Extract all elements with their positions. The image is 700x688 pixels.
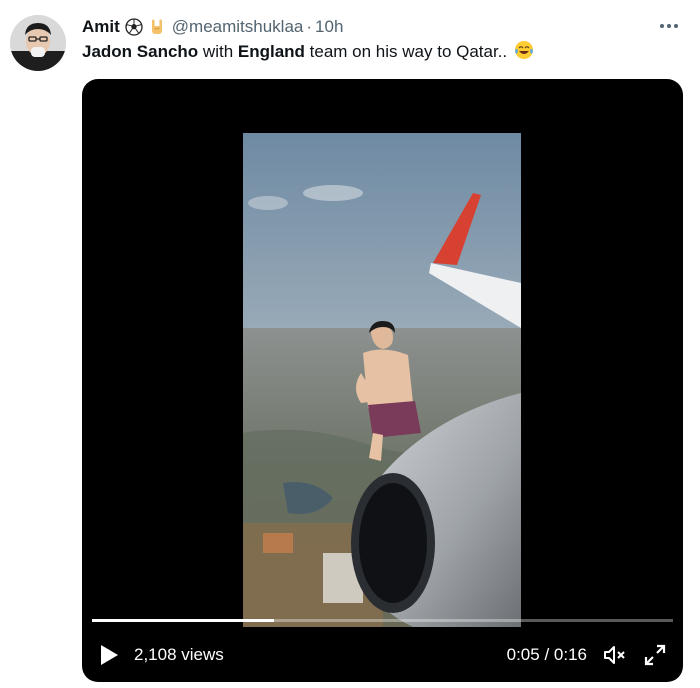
view-count: 2,108 views	[134, 645, 224, 664]
timecode: 0:05 / 0:16	[507, 645, 587, 665]
more-options-icon[interactable]	[656, 14, 682, 38]
tweet: Amit @meamitshuklaa · 10h Jadon Sancho w…	[0, 0, 700, 688]
video-controls: 2,108 views 0:05 / 0:16	[82, 635, 683, 675]
tears-of-joy-emoji-icon	[514, 40, 534, 67]
tweet-text-part: England	[237, 42, 305, 61]
progress-fill	[92, 619, 274, 622]
video-frame[interactable]	[243, 133, 521, 627]
play-icon[interactable]	[98, 643, 120, 667]
tweet-text-part: with	[198, 42, 238, 61]
soccer-ball-icon	[125, 18, 143, 36]
tweet-text-part: Jadon Sancho	[82, 42, 199, 61]
avatar[interactable]	[10, 15, 66, 71]
tweet-text: Jadon Sancho with England team on his wa…	[82, 40, 534, 67]
time-separator: /	[544, 645, 550, 664]
progress-bar[interactable]	[92, 619, 673, 622]
video-player[interactable]: 2,108 views 0:05 / 0:16	[82, 79, 683, 682]
current-time: 0:05	[506, 645, 540, 664]
duration: 0:16	[553, 645, 587, 664]
fullscreen-icon[interactable]	[643, 643, 667, 667]
separator-dot: ·	[306, 17, 313, 36]
tweet-text-part: team on his way to Qatar..	[304, 42, 508, 61]
author-name[interactable]: Amit	[82, 17, 120, 37]
tweet-header: Amit @meamitshuklaa · 10h	[82, 15, 343, 39]
muted-speaker-icon[interactable]	[602, 643, 628, 667]
author-handle[interactable]: @meamitshuklaa	[172, 17, 304, 37]
timestamp[interactable]: 10h	[315, 17, 343, 37]
rock-hand-icon	[148, 18, 166, 36]
